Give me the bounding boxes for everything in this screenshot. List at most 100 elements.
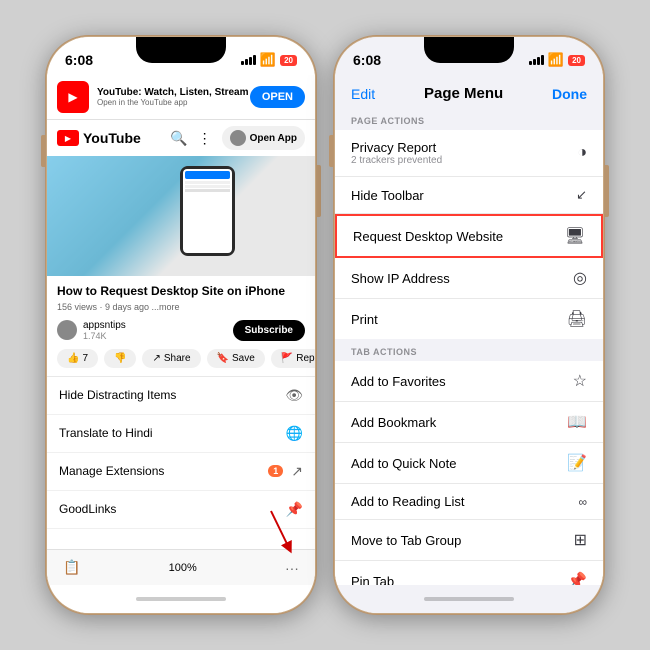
youtube-screen: YouTube: Watch, Listen, Stream Open in t… xyxy=(47,75,315,613)
page-menu-header: Edit Page Menu Done xyxy=(335,75,603,108)
channel-row: appsntips 1.74K Subscribe xyxy=(47,316,315,345)
yt-app-icon xyxy=(57,81,89,113)
add-favorites-row[interactable]: Add to Favorites ☆ xyxy=(335,361,603,402)
avatar-icon xyxy=(230,130,246,146)
channel-name: appsntips xyxy=(83,320,126,331)
report-button[interactable]: 🚩 Rep xyxy=(271,349,315,368)
share-icon: ↗ xyxy=(152,353,160,364)
yt-app-banner: YouTube: Watch, Listen, Stream Open in t… xyxy=(47,75,315,120)
yt-banner-title: YouTube: Watch, Listen, Stream xyxy=(97,87,249,98)
thumb-phone xyxy=(180,166,235,256)
desktop-icon: 🖥 xyxy=(565,226,585,246)
thumbs-up-icon: 👍 xyxy=(67,353,79,364)
extensions-icon: ↗ xyxy=(291,463,303,480)
yt-banner-sub: Open in the YouTube app xyxy=(97,98,249,107)
bookmark-icon: 📖 xyxy=(567,412,587,432)
ip-icon: ◎ xyxy=(573,268,587,288)
scene: 6:08 📶 20 xyxy=(35,25,615,625)
status-bar-left: 6:08 📶 20 xyxy=(47,37,315,75)
yt-logo: YouTube xyxy=(57,130,141,146)
hide-toolbar-row[interactable]: Hide Toolbar ↙ xyxy=(335,177,603,214)
tab-actions-label: TAB ACTIONS xyxy=(335,339,603,361)
thumbs-down-icon: 👎 xyxy=(114,353,126,364)
manage-extensions-item[interactable]: Manage Extensions 1 ↗ xyxy=(47,453,315,491)
page-menu-scroll: PAGE ACTIONS Privacy Report 2 trackers p… xyxy=(335,108,603,585)
page-actions-list: Privacy Report 2 trackers prevented ◑ Hi… xyxy=(335,130,603,339)
left-phone: 6:08 📶 20 xyxy=(45,35,317,615)
tab-group-row[interactable]: Move to Tab Group ⊞ xyxy=(335,520,603,561)
menu-screen: Edit Page Menu Done PAGE ACTIONS Privacy… xyxy=(335,75,603,613)
tab-actions-list: Add to Favorites ☆ Add Bookmark 📖 Add to… xyxy=(335,361,603,585)
yt-logo-icon xyxy=(57,130,79,146)
bookmark-icon: 🔖 xyxy=(217,353,229,364)
arrow-indicator xyxy=(261,506,301,556)
yt-logo-text: YouTube xyxy=(83,130,141,146)
hide-distracting-item[interactable]: Hide Distracting Items 👁 xyxy=(47,377,315,415)
reading-icon: ∞ xyxy=(578,495,587,509)
toolbar-icon: ↙ xyxy=(576,187,587,203)
tab-actions-section: TAB ACTIONS Add to Favorites ☆ Add Bookm… xyxy=(335,339,603,585)
tab-group-icon: ⊞ xyxy=(574,530,587,550)
reading-list-row[interactable]: Add to Reading List ∞ xyxy=(335,484,603,520)
notch-right xyxy=(424,37,514,63)
add-quick-note-row[interactable]: Add to Quick Note 📝 xyxy=(335,443,603,484)
channel-subs: 1.74K xyxy=(83,331,126,341)
action-row: 👍 7 👎 ↗ Share 🔖 Save 🚩 xyxy=(47,345,315,372)
notch xyxy=(136,37,226,63)
zoom-percent: 100% xyxy=(169,562,197,574)
home-indicator-right xyxy=(335,585,603,613)
translate-icon: 🌐 xyxy=(286,425,303,442)
request-desktop-row[interactable]: Request Desktop Website 🖥 xyxy=(335,214,603,258)
more-dots-icon[interactable]: ··· xyxy=(285,560,299,576)
channel-avatar xyxy=(57,320,77,340)
status-icons-right: 📶 20 xyxy=(529,52,585,68)
page-menu-title: Page Menu xyxy=(424,85,503,102)
time-right: 6:08 xyxy=(353,52,381,68)
yt-header: YouTube 🔍 ⋮ Open App xyxy=(47,120,315,156)
translate-item[interactable]: Translate to Hindi 🌐 xyxy=(47,415,315,453)
page-actions-label: PAGE ACTIONS xyxy=(335,108,603,130)
search-icon[interactable]: 🔍 xyxy=(170,130,187,147)
video-info: How to Request Desktop Site on iPhone 15… xyxy=(47,276,315,316)
status-icons-left: 📶 20 xyxy=(241,52,297,68)
wifi-icon: 📶 xyxy=(260,52,276,68)
like-button[interactable]: 👍 7 xyxy=(57,349,98,368)
home-indicator xyxy=(47,585,315,613)
right-phone: 6:08 📶 20 Edit Page Menu xyxy=(333,35,605,615)
open-app-button[interactable]: Open App xyxy=(222,126,305,150)
more-icon[interactable]: ⋮ xyxy=(198,130,212,147)
star-icon: ☆ xyxy=(573,371,587,391)
status-bar-right: 6:08 📶 20 xyxy=(335,37,603,75)
dislike-button[interactable]: 👎 xyxy=(104,349,136,368)
wifi-icon-right: 📶 xyxy=(548,52,564,68)
pin-tab-row[interactable]: Pin Tab 📌 xyxy=(335,561,603,585)
add-bookmark-row[interactable]: Add Bookmark 📖 xyxy=(335,402,603,443)
video-title: How to Request Desktop Site on iPhone xyxy=(57,284,305,300)
video-thumbnail[interactable] xyxy=(47,156,315,276)
edit-button[interactable]: Edit xyxy=(351,86,375,102)
done-button[interactable]: Done xyxy=(552,86,587,102)
print-row[interactable]: Print 🖨 xyxy=(335,299,603,339)
pin-icon: 📌 xyxy=(567,571,587,585)
flag-icon: 🚩 xyxy=(281,353,293,364)
video-meta: 156 views · 9 days ago ...more xyxy=(57,302,305,312)
bottom-bar: 📋 100% ··· xyxy=(47,549,315,585)
open-button[interactable]: OPEN xyxy=(250,86,305,108)
list-icon[interactable]: 📋 xyxy=(63,559,80,576)
note-icon: 📝 xyxy=(567,453,587,473)
yt-header-icons: 🔍 ⋮ Open App xyxy=(170,126,305,150)
extensions-badge: 1 xyxy=(268,465,283,477)
eye-icon: 👁 xyxy=(285,387,303,404)
print-icon: 🖨 xyxy=(567,309,587,329)
page-actions-section: PAGE ACTIONS Privacy Report 2 trackers p… xyxy=(335,108,603,339)
show-ip-row[interactable]: Show IP Address ◎ xyxy=(335,258,603,299)
save-button[interactable]: 🔖 Save xyxy=(207,349,265,368)
share-button[interactable]: ↗ Share xyxy=(142,349,200,368)
signal-icon-right xyxy=(529,55,544,65)
privacy-report-row[interactable]: Privacy Report 2 trackers prevented ◑ xyxy=(335,130,603,177)
time-left: 6:08 xyxy=(65,52,93,68)
subscribe-button[interactable]: Subscribe xyxy=(233,320,305,341)
signal-icon xyxy=(241,55,256,65)
thumb-phone-screen xyxy=(183,169,232,253)
open-app-label: Open App xyxy=(250,133,297,144)
